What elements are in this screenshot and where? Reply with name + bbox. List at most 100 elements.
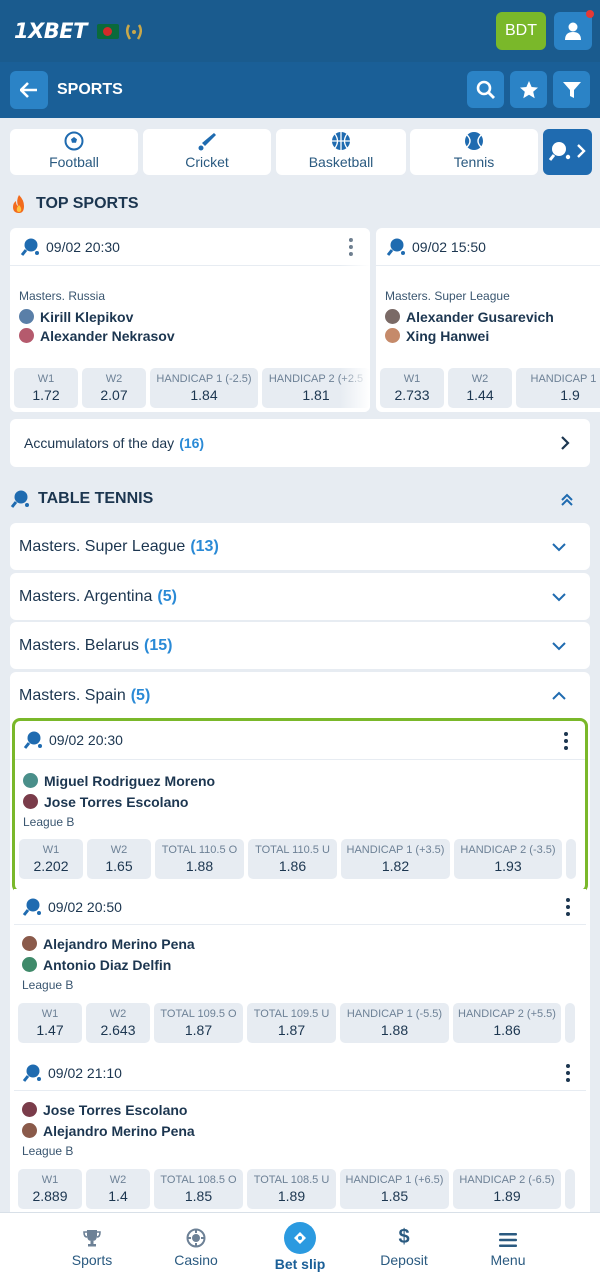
top-match-card[interactable]: 09/02 20:30 Masters. Russia Kirill Klepi… <box>10 228 370 412</box>
odd-button[interactable]: HANDICAP 2 (-6.5) 1.89 <box>453 1169 561 1209</box>
match-card[interactable]: 09/02 20:50 Alejandro Merino Pena Antoni… <box>14 889 586 1047</box>
league-row-belarus[interactable]: Masters. Belarus (15) <box>10 622 590 669</box>
odd-button[interactable]: HANDICAP 1 (+1.9 <box>516 368 600 408</box>
table-tennis-icon <box>386 238 405 256</box>
odds-row: W1 1.47 W2 2.643 TOTAL 109.5 O 1.87 TOTAL 1… <box>18 1003 575 1043</box>
league-row-super-league[interactable]: Masters. Super League (13) <box>10 523 590 570</box>
player-avatar <box>385 328 400 343</box>
tab-tennis[interactable]: Tennis <box>410 129 538 175</box>
chevron-down-icon <box>552 641 566 650</box>
tab-basketball[interactable]: Basketball <box>276 129 406 175</box>
nav-label: Deposit <box>380 1252 428 1268</box>
match-league: League B <box>22 978 74 992</box>
filter-button[interactable] <box>553 71 590 108</box>
player-name: Jose Torres Escolano <box>43 1101 188 1118</box>
odd-button[interactable]: W2 1.4 <box>86 1169 150 1209</box>
chevron-down-icon <box>552 592 566 601</box>
league-name: Masters. Belarus <box>19 636 140 654</box>
odd-value: 2.202 <box>33 857 69 874</box>
nav-deposit[interactable]: $ Deposit <box>364 1213 444 1280</box>
player-name: Kirill Klepikov <box>40 308 134 325</box>
odd-button[interactable]: TOTAL 108.5 O 1.85 <box>154 1169 243 1209</box>
match-card[interactable]: 09/02 21:10 Jose Torres Escolano Alejand… <box>14 1055 586 1213</box>
tab-cricket[interactable]: Cricket <box>143 129 271 175</box>
nav-bet-slip[interactable]: Bet slip <box>260 1213 340 1280</box>
odd-button[interactable]: TOTAL 108.5 U 1.89 <box>247 1169 336 1209</box>
nav-sports[interactable]: Sports <box>52 1213 132 1280</box>
odd-button[interactable]: W2 2.07 <box>82 368 146 408</box>
odd-button[interactable]: TOTAL 109.5 U 1.87 <box>247 1003 336 1043</box>
brand-logo[interactable]: 1XBET <box>14 19 87 43</box>
odd-button[interactable]: W1 1.72 <box>14 368 78 408</box>
currency-button[interactable]: BDT <box>496 12 546 50</box>
odd-button-partial[interactable] <box>566 839 576 879</box>
search-button[interactable] <box>467 71 504 108</box>
match-card-selected[interactable]: 09/02 20:30 Miguel Rodriguez Moreno Jose… <box>12 718 588 893</box>
nav-casino[interactable]: Casino <box>156 1213 236 1280</box>
filter-icon <box>562 81 581 98</box>
top-match-card[interactable]: 09/02 15:50 Masters. Super League Alexan… <box>376 228 600 412</box>
league-row-argentina[interactable]: Masters. Argentina (5) <box>10 573 590 620</box>
odd-button[interactable]: TOTAL 109.5 O 1.87 <box>154 1003 243 1043</box>
odd-label: W2 <box>110 843 128 856</box>
odd-value: 1.86 <box>278 857 307 874</box>
bottom-navigation: Sports Casino Bet slip $ Deposit Menu <box>0 1212 600 1280</box>
dollar-icon: $ <box>398 1226 410 1248</box>
more-options-icon[interactable] <box>566 1064 570 1085</box>
odd-button[interactable]: TOTAL 110.5 O 1.88 <box>155 839 244 879</box>
back-button[interactable] <box>10 71 48 109</box>
match-datetime: 09/02 15:50 <box>412 238 486 255</box>
nav-menu[interactable]: Menu <box>468 1213 548 1280</box>
accumulators-of-the-day[interactable]: Accumulators of the day (16) <box>10 419 590 467</box>
more-options-icon[interactable] <box>564 732 568 753</box>
league-name: Masters. Super League <box>385 289 510 303</box>
odd-value: 1.93 <box>494 857 522 874</box>
odd-button[interactable]: TOTAL 110.5 U 1.86 <box>248 839 337 879</box>
favorites-button[interactable] <box>510 71 547 108</box>
odd-button[interactable]: W1 2.733 <box>380 368 444 408</box>
chevron-down-icon <box>552 542 566 551</box>
sport-tabs: Football Cricket Basketball Tennis <box>10 129 592 175</box>
odd-button[interactable]: W1 1.47 <box>18 1003 82 1043</box>
nav-label: Bet slip <box>274 1256 326 1272</box>
odd-button[interactable]: W2 1.44 <box>448 368 512 408</box>
odd-button-partial[interactable] <box>565 1169 575 1209</box>
odd-button[interactable]: HANDICAP 1 (-5.5) 1.88 <box>340 1003 449 1043</box>
tab-football[interactable]: Football <box>10 129 138 175</box>
laurel-icon <box>123 21 143 41</box>
odd-button[interactable]: W2 2.643 <box>86 1003 150 1043</box>
notification-dot <box>586 10 594 18</box>
odd-label: TOTAL 108.5 O <box>160 1173 237 1186</box>
player-name: Alejandro Merino Pena <box>43 935 195 952</box>
odd-button[interactable]: W1 2.202 <box>19 839 83 879</box>
odd-label: W2 <box>109 1173 127 1186</box>
chevron-up-icon <box>552 691 566 700</box>
tennis-icon <box>465 132 483 150</box>
player-1: Miguel Rodriguez Moreno <box>23 770 215 791</box>
odd-button[interactable]: HANDICAP 2 (+5.5) 1.86 <box>453 1003 561 1043</box>
player-avatar <box>23 794 38 809</box>
odd-button[interactable]: HANDICAP 1 (-2.5) 1.84 <box>150 368 258 408</box>
match-datetime: 09/02 21:10 <box>48 1064 122 1081</box>
odd-button[interactable]: W2 1.65 <box>87 839 151 879</box>
odd-label: HANDICAP 2 (+5.5) <box>458 1007 556 1020</box>
more-options-icon[interactable] <box>566 898 570 919</box>
odd-button-partial[interactable] <box>565 1003 575 1043</box>
section-title: TOP SPORTS <box>36 195 139 212</box>
odd-value: 1.72 <box>32 386 60 403</box>
odd-value: 1.85 <box>184 1187 213 1204</box>
page-title: SPORTS <box>57 81 123 98</box>
odd-button[interactable]: HANDICAP 1 (+6.5) 1.85 <box>340 1169 449 1209</box>
match-header: 09/02 20:50 <box>14 889 586 925</box>
more-sports-button[interactable] <box>543 129 592 175</box>
player-name: Jose Torres Escolano <box>44 793 189 810</box>
odd-button[interactable]: W1 2.889 <box>18 1169 82 1209</box>
odd-button[interactable]: HANDICAP 1 (+3.5) 1.82 <box>341 839 450 879</box>
odd-button[interactable]: HANDICAP 2 (-3.5) 1.93 <box>454 839 562 879</box>
match-datetime: 09/02 20:30 <box>49 732 123 748</box>
collapse-section-icon[interactable] <box>560 493 574 507</box>
league-row-spain[interactable]: Masters. Spain (5) <box>10 672 590 719</box>
league-name: Masters. Argentina <box>19 587 153 605</box>
odd-value: 2.889 <box>32 1187 68 1204</box>
user-button[interactable] <box>554 10 594 50</box>
